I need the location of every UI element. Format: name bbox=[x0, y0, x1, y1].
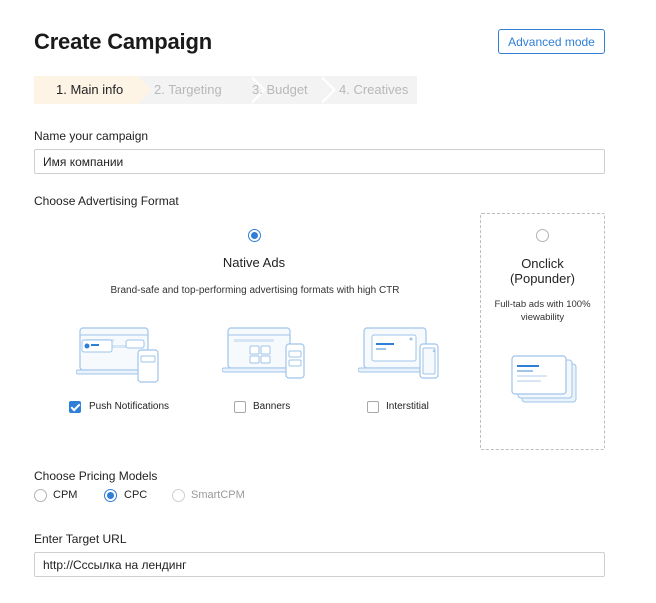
onclick-title: Onclick (Popunder) bbox=[480, 256, 605, 286]
step-separator bbox=[319, 76, 336, 104]
pricing-cpm-radio[interactable] bbox=[34, 489, 47, 502]
pricing-cpc-label: CPC bbox=[124, 489, 148, 501]
interstitial-label: Interstitial bbox=[386, 401, 429, 412]
target-url-input[interactable] bbox=[34, 552, 605, 577]
onclick-description: Full-tab ads with 100% viewability bbox=[494, 299, 591, 323]
campaign-name-input[interactable] bbox=[34, 149, 605, 174]
target-url-label: Enter Target URL bbox=[34, 532, 127, 546]
ad-format-label: Choose Advertising Format bbox=[34, 194, 179, 208]
pricing-smartcpm-label: SmartCPM bbox=[191, 489, 245, 501]
page-title: Create Campaign bbox=[34, 29, 212, 54]
banners-illustration bbox=[222, 327, 305, 379]
campaign-name-label: Name your campaign bbox=[34, 129, 149, 143]
push-notifications-illustration bbox=[76, 327, 159, 383]
pricing-smartcpm-radio[interactable] bbox=[172, 489, 185, 502]
onclick-title-line2: (Popunder) bbox=[509, 271, 576, 286]
interstitial-checkbox[interactable] bbox=[367, 401, 379, 413]
push-notifications-checkbox[interactable] bbox=[69, 401, 81, 413]
popunder-illustration bbox=[511, 355, 577, 403]
interstitial-illustration bbox=[358, 327, 439, 379]
pricing-cpc-radio[interactable] bbox=[104, 489, 117, 502]
native-ads-title: Native Ads bbox=[222, 255, 286, 270]
steps-progress: 1. Main info 2. Targeting 3. Budget 4. C… bbox=[34, 76, 417, 104]
onclick-radio[interactable] bbox=[536, 229, 549, 242]
pricing-cpm-label: CPM bbox=[53, 489, 78, 501]
step-budget[interactable]: 3. Budget bbox=[252, 76, 308, 104]
push-notifications-label: Push Notifications bbox=[89, 401, 170, 412]
step-main-info[interactable]: 1. Main info bbox=[34, 76, 152, 104]
advanced-mode-button[interactable]: Advanced mode bbox=[498, 29, 605, 54]
native-ads-description: Brand-safe and top-performing advertisin… bbox=[110, 285, 400, 296]
banners-checkbox[interactable] bbox=[234, 401, 246, 413]
step-creatives[interactable]: 4. Creatives bbox=[339, 76, 408, 104]
onclick-format-card[interactable] bbox=[480, 213, 605, 450]
pricing-label: Choose Pricing Models bbox=[34, 469, 158, 483]
onclick-title-line1: Onclick bbox=[521, 256, 564, 271]
banners-label: Banners bbox=[253, 401, 291, 412]
step-targeting[interactable]: 2. Targeting bbox=[154, 76, 222, 104]
native-ads-radio[interactable] bbox=[248, 229, 261, 242]
